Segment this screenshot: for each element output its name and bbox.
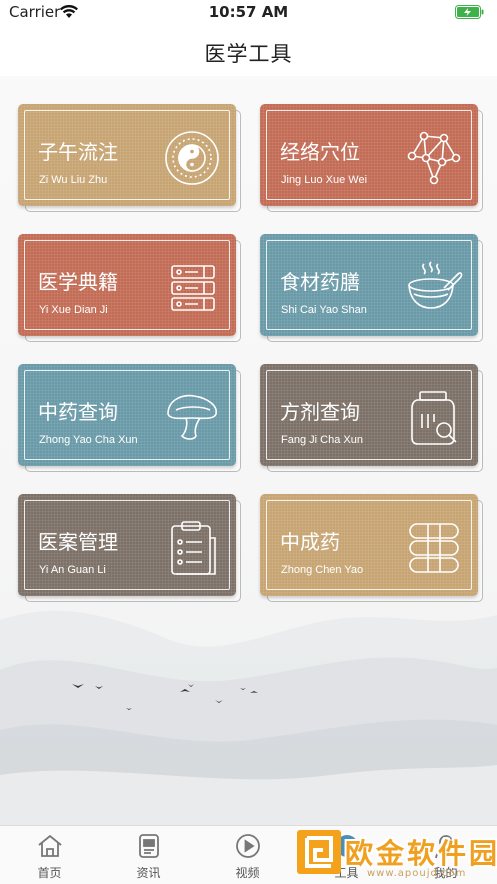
watermark-text: 欧金软件园 (345, 837, 497, 870)
mushroom-icon (167, 394, 218, 440)
tab-label: 视频 (235, 866, 260, 880)
battery-icon (455, 5, 484, 19)
tab-label: 首页 (37, 866, 62, 880)
tool-card-zhongyaochaxun[interactable]: 中药查询 Zhong Yao Cha Xun (18, 364, 241, 472)
soup-bowl-icon (408, 261, 463, 309)
tab-video[interactable]: 视频 (198, 826, 297, 884)
tool-card-title: 方剂查询 (280, 400, 360, 424)
video-play-icon (236, 834, 260, 858)
tool-card-jingluoxuewei[interactable]: 经络穴位 Jing Luo Xue Wei (260, 104, 483, 212)
tool-card-pinyin: Fang Ji Cha Xun (281, 434, 363, 446)
tab-label: 资讯 (136, 866, 161, 880)
capsules-icon (409, 523, 459, 573)
tool-card-fangjichaxun[interactable]: 方剂查询 Fang Ji Cha Xun (260, 364, 483, 472)
jar-search-icon (411, 391, 457, 445)
tool-card-title: 中成药 (280, 530, 340, 554)
tool-card-pinyin: Yi Xue Dian Ji (39, 304, 108, 316)
yin-yang-icon (165, 131, 219, 185)
tool-card-pinyin: Zhong Chen Yao (281, 564, 364, 576)
tool-card-pinyin: Zhong Yao Cha Xun (39, 434, 138, 446)
meridian-nodes-icon (407, 131, 461, 185)
tool-card-shicaiyaoshan[interactable]: 食材药膳 Shi Cai Yao Shan (260, 234, 483, 342)
watermark: 欧金软件园 www.apoujd.com (297, 828, 497, 880)
tool-card-title: 医案管理 (38, 530, 118, 554)
tool-card-yixuedianji[interactable]: 医学典籍 Yi Xue Dian Ji (18, 234, 241, 342)
status-time: 10:57 AM (208, 3, 289, 21)
clipboard-icon (171, 521, 216, 575)
tab-home[interactable]: 首页 (0, 826, 99, 884)
status-bar: Carrier 10:57 AM (0, 0, 497, 26)
news-icon (139, 834, 159, 858)
watermark-logo (297, 830, 341, 874)
tool-card-zhongchengyao[interactable]: 中成药 Zhong Chen Yao (260, 494, 483, 602)
tool-card-pinyin: Shi Cai Yao Shan (281, 304, 367, 316)
tool-card-pinyin: Jing Luo Xue Wei (281, 174, 368, 186)
books-stack-icon (171, 265, 215, 311)
tool-card-title: 经络穴位 (280, 140, 360, 164)
tool-card-title: 食材药膳 (280, 270, 360, 294)
tool-card-ziwuliuzhu[interactable]: 子午流注 Zi Wu Liu Zhu (18, 104, 241, 212)
tool-card-yianguanli[interactable]: 医案管理 Yi An Guan Li (18, 494, 241, 602)
tool-card-title: 医学典籍 (38, 270, 118, 294)
page-title: 医学工具 (204, 42, 293, 66)
tool-card-title: 中药查询 (38, 400, 118, 424)
tool-card-title: 子午流注 (38, 140, 118, 164)
tab-news[interactable]: 资讯 (99, 826, 198, 884)
nav-bar: 医学工具 (0, 26, 497, 76)
tool-card-pinyin: Yi An Guan Li (39, 564, 106, 576)
home-icon (38, 834, 62, 857)
watermark-url: www.apoujd.com (367, 868, 467, 879)
tool-card-pinyin: Zi Wu Liu Zhu (39, 174, 108, 186)
